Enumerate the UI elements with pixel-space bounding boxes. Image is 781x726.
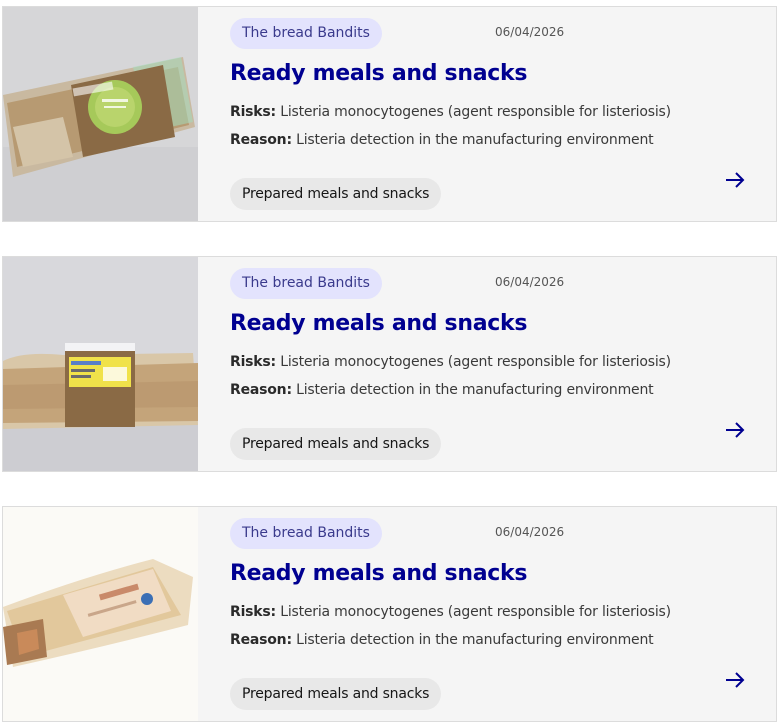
arrow-right-icon[interactable] [724, 669, 746, 691]
risks-label: Risks: [230, 104, 276, 120]
category-tag[interactable]: Prepared meals and snacks [230, 678, 442, 710]
recall-card[interactable]: The bread Bandits 06/04/2026 Ready meals… [2, 506, 777, 722]
risks-line: Risks: Listeria monocytogenes (agent res… [230, 354, 671, 370]
risks-line: Risks: Listeria monocytogenes (agent res… [230, 604, 671, 620]
reason-line: Reason: Listeria detection in the manufa… [230, 132, 654, 148]
reason-label: Reason: [230, 382, 292, 398]
publication-date: 06/04/2026 [495, 275, 565, 289]
brand-badge: The bread Bandits [230, 518, 382, 549]
card-title[interactable]: Ready meals and snacks [230, 311, 527, 336]
product-image [3, 257, 198, 471]
reason-line: Reason: Listeria detection in the manufa… [230, 632, 654, 648]
brand-badge: The bread Bandits [230, 268, 382, 299]
card-title[interactable]: Ready meals and snacks [230, 61, 527, 86]
risks-text: Listeria monocytogenes (agent responsibl… [275, 104, 671, 120]
arrow-right-icon[interactable] [724, 169, 746, 191]
risks-label: Risks: [230, 354, 276, 370]
recall-card[interactable]: The bread Bandits 06/04/2026 Ready meals… [2, 256, 777, 472]
category-tag[interactable]: Prepared meals and snacks [230, 428, 442, 460]
card-title[interactable]: Ready meals and snacks [230, 561, 527, 586]
risks-label: Risks: [230, 604, 276, 620]
risks-text: Listeria monocytogenes (agent responsibl… [275, 604, 671, 620]
reason-label: Reason: [230, 632, 292, 648]
reason-text: Listeria detection in the manufacturing … [291, 632, 654, 648]
publication-date: 06/04/2026 [495, 25, 565, 39]
publication-date: 06/04/2026 [495, 525, 565, 539]
reason-label: Reason: [230, 132, 292, 148]
category-tag[interactable]: Prepared meals and snacks [230, 178, 442, 210]
product-image [3, 7, 198, 221]
reason-line: Reason: Listeria detection in the manufa… [230, 382, 654, 398]
reason-text: Listeria detection in the manufacturing … [291, 132, 654, 148]
brand-badge: The bread Bandits [230, 18, 382, 49]
reason-text: Listeria detection in the manufacturing … [291, 382, 654, 398]
product-image [3, 507, 198, 721]
recall-card[interactable]: The bread Bandits 06/04/2026 Ready meals… [2, 6, 777, 222]
arrow-right-icon[interactable] [724, 419, 746, 441]
risks-line: Risks: Listeria monocytogenes (agent res… [230, 104, 671, 120]
risks-text: Listeria monocytogenes (agent responsibl… [275, 354, 671, 370]
